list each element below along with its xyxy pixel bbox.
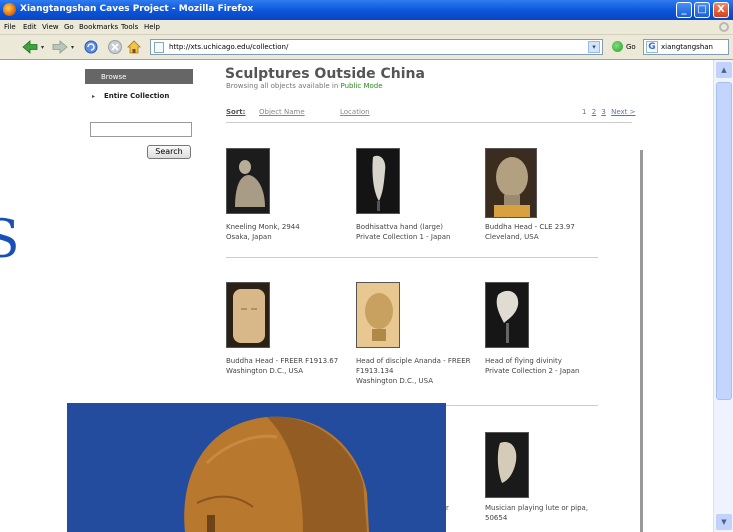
search-engine-box[interactable]: G xiangtangshan bbox=[643, 39, 729, 55]
firefox-icon bbox=[3, 3, 16, 16]
window-title: Xiangtangshan Caves Project - Mozilla Fi… bbox=[20, 4, 254, 14]
menu-file[interactable]: File bbox=[4, 23, 16, 31]
forward-arrow-icon[interactable] bbox=[52, 39, 68, 55]
item-location: Cleveland, USA bbox=[485, 233, 539, 241]
address-bar[interactable]: http://xts.uchicago.edu/collection/ ▾ bbox=[150, 39, 603, 55]
sort-label: Sort: bbox=[226, 108, 246, 116]
stop-icon[interactable] bbox=[107, 39, 123, 55]
item-name[interactable]: Head of flying divinity bbox=[485, 356, 610, 366]
pager-page-3[interactable]: 3 bbox=[601, 108, 605, 116]
item-caption[interactable]: Head of flying divinity Private Collecti… bbox=[485, 356, 610, 376]
buddha-head-freer-image bbox=[233, 289, 265, 343]
forward-dropdown-icon[interactable]: ▾ bbox=[71, 44, 74, 51]
pager-current: 1 bbox=[582, 108, 587, 116]
home-icon[interactable] bbox=[126, 39, 142, 55]
partial-letter: S bbox=[0, 210, 20, 270]
item-name[interactable]: Buddha Head - FREER F1913.67 bbox=[226, 356, 351, 366]
sort-object-name[interactable]: Object Name bbox=[259, 108, 305, 116]
title-bar: Xiangtangshan Caves Project - Mozilla Fi… bbox=[0, 0, 733, 20]
item-caption[interactable]: Musician playing lute or pipa, 50654 bbox=[485, 503, 610, 523]
maximize-button[interactable]: □ bbox=[694, 2, 710, 18]
page-title: Sculptures Outside China bbox=[225, 66, 425, 82]
entire-collection-link[interactable]: Entire Collection bbox=[104, 92, 169, 100]
go-icon[interactable] bbox=[612, 41, 623, 52]
buddha-head-image bbox=[494, 157, 530, 217]
item-caption[interactable]: Buddha Head - FREER F1913.67 Washington … bbox=[226, 356, 351, 376]
scroll-up-icon[interactable]: ▲ bbox=[716, 62, 732, 78]
search-button[interactable]: Search bbox=[147, 145, 191, 159]
page-icon bbox=[154, 42, 164, 53]
item-location: Washington D.C., USA bbox=[356, 377, 434, 385]
menu-bookmarks[interactable]: Bookmarks bbox=[79, 23, 118, 31]
sort-location[interactable]: Location bbox=[340, 108, 370, 116]
content-edge bbox=[640, 150, 643, 532]
item-thumbnail[interactable] bbox=[226, 148, 270, 214]
item-location: Private Collection 1 - Japan bbox=[356, 233, 451, 241]
item-name[interactable]: Kneeling Monk, 2944 bbox=[226, 222, 351, 232]
google-icon[interactable]: G bbox=[646, 41, 658, 53]
menu-go[interactable]: Go bbox=[64, 23, 74, 31]
menu-view[interactable]: View bbox=[42, 23, 59, 31]
page-subtitle: Browsing all objects available in Public… bbox=[226, 82, 383, 90]
browse-header: Browse bbox=[85, 69, 193, 84]
address-url[interactable]: http://xts.uchicago.edu/collection/ bbox=[169, 43, 288, 51]
navigation-toolbar: ▾ ▾ http://xts.uchicago.edu/collection/ … bbox=[0, 35, 733, 60]
stone-head-photo bbox=[67, 403, 446, 532]
pager-next[interactable]: Next > bbox=[611, 108, 635, 116]
item-caption[interactable]: Head of disciple Ananda - FREER F1913.13… bbox=[356, 356, 481, 386]
overlay-photo bbox=[67, 403, 446, 532]
item-thumbnail[interactable] bbox=[226, 282, 270, 348]
item-location: Washington D.C., USA bbox=[226, 367, 304, 375]
item-thumbnail[interactable] bbox=[485, 432, 529, 498]
bodhisattva-hand-image bbox=[372, 155, 386, 211]
item-thumbnail[interactable] bbox=[356, 148, 400, 214]
musician-image bbox=[497, 441, 517, 483]
menu-help[interactable]: Help bbox=[144, 23, 160, 31]
item-thumbnail[interactable] bbox=[356, 282, 400, 348]
public-mode-label: Public Mode bbox=[340, 82, 383, 90]
sidebar-search-input[interactable] bbox=[90, 122, 192, 137]
pagination: 1 2 3 Next > bbox=[582, 108, 636, 116]
item-caption[interactable]: Bodhisattva hand (large) Private Collect… bbox=[356, 222, 481, 242]
item-caption[interactable]: Kneeling Monk, 2944 Osaka, Japan bbox=[226, 222, 351, 242]
item-name[interactable]: Head of disciple Ananda - FREER F1913.13… bbox=[356, 356, 481, 376]
menu-tools[interactable]: Tools bbox=[121, 23, 138, 31]
flying-divinity-image bbox=[496, 290, 519, 343]
item-name[interactable]: Bodhisattva hand (large) bbox=[356, 222, 481, 232]
address-dropdown-icon[interactable]: ▾ bbox=[588, 41, 600, 53]
item-thumbnail[interactable] bbox=[485, 282, 529, 348]
close-button[interactable]: X bbox=[713, 2, 729, 18]
item-location: Private Collection 2 - Japan bbox=[485, 367, 580, 375]
minimize-button[interactable]: _ bbox=[676, 2, 692, 18]
pager-page-2[interactable]: 2 bbox=[592, 108, 596, 116]
back-arrow-icon[interactable] bbox=[22, 39, 38, 55]
kneeling-monk-image bbox=[235, 160, 265, 207]
menu-edit[interactable]: Edit bbox=[23, 23, 37, 31]
item-caption[interactable]: Buddha Head - CLE 23.97 Cleveland, USA bbox=[485, 222, 610, 242]
sort-divider bbox=[226, 122, 632, 123]
row-divider bbox=[226, 257, 598, 258]
partial-caption: r bbox=[446, 504, 449, 512]
go-label[interactable]: Go bbox=[626, 43, 636, 51]
page-content: Browse ▸ Entire Collection Search S Scul… bbox=[0, 60, 713, 532]
item-name[interactable]: Buddha Head - CLE 23.97 bbox=[485, 222, 610, 232]
reload-icon[interactable] bbox=[83, 39, 99, 55]
search-query[interactable]: xiangtangshan bbox=[661, 43, 713, 51]
scroll-down-icon[interactable]: ▼ bbox=[716, 514, 732, 530]
menu-bar: File Edit View Go Bookmarks Tools Help bbox=[0, 20, 733, 35]
throbber-icon bbox=[719, 22, 729, 32]
bullet-arrow-icon: ▸ bbox=[92, 93, 96, 100]
vertical-scrollbar[interactable]: ▲ ▼ bbox=[713, 60, 733, 532]
subtitle-prefix: Browsing all objects available in bbox=[226, 82, 341, 90]
ananda-head-image bbox=[365, 293, 393, 341]
item-location: Osaka, Japan bbox=[226, 233, 272, 241]
scroll-thumb[interactable] bbox=[716, 82, 732, 400]
back-dropdown-icon[interactable]: ▾ bbox=[41, 44, 44, 51]
item-thumbnail[interactable] bbox=[485, 148, 537, 218]
item-name[interactable]: Musician playing lute or pipa, 50654 bbox=[485, 503, 610, 523]
